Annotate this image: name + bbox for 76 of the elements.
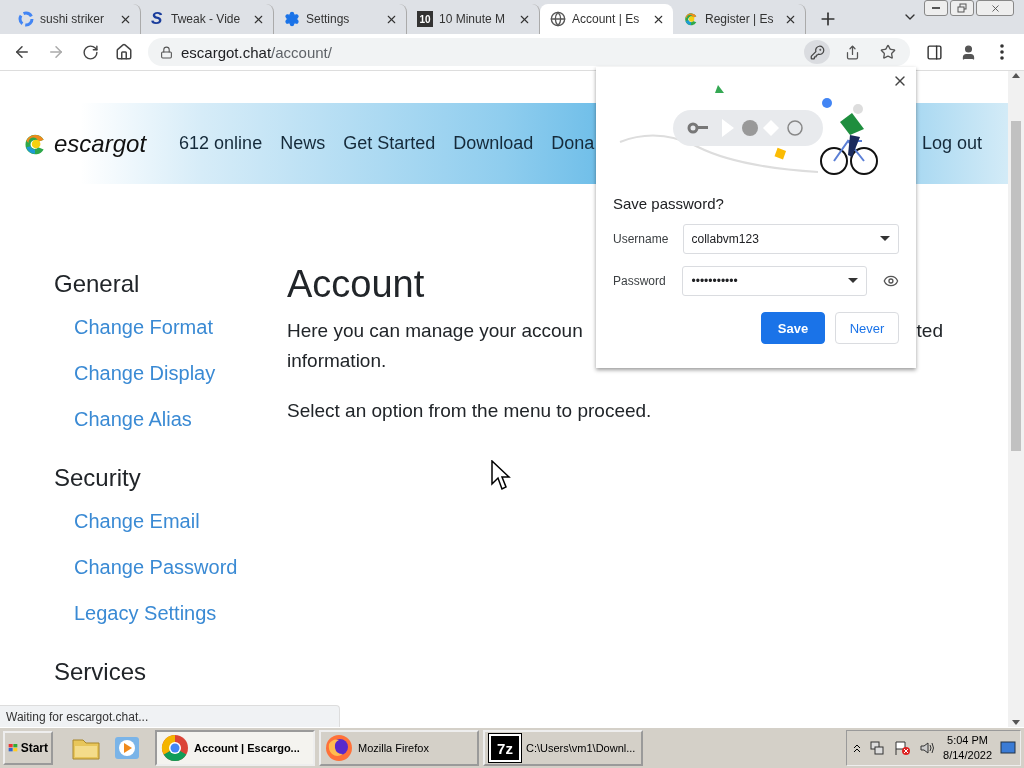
zip-logo-icon: 7z <box>489 734 521 762</box>
sidebar-link[interactable]: Change Format <box>54 304 287 350</box>
url-text: escargot.chat/account/ <box>181 43 333 61</box>
clock[interactable]: 5:04 PM 8/14/2022 <box>943 733 992 763</box>
star-icon <box>880 44 896 60</box>
password-field[interactable]: ••••••••••• <box>682 266 868 296</box>
intro-text-line: information. <box>287 349 387 373</box>
s-logo-icon: S <box>151 9 165 29</box>
sidebar-heading: Security <box>54 463 142 493</box>
arrow-right-icon <box>47 43 65 61</box>
restore-icon <box>957 3 967 13</box>
start-button[interactable]: Start <box>3 731 53 765</box>
tab-title: Register | Es <box>705 12 775 26</box>
address-bar[interactable]: escargot.chat/account/ <box>148 38 910 66</box>
sidebar-link[interactable]: Change Email <box>54 498 287 544</box>
nav-link[interactable]: News <box>280 133 326 154</box>
reload-icon <box>81 43 99 61</box>
tab-title: Settings <box>306 12 351 26</box>
never-button[interactable]: Never <box>835 312 899 344</box>
hint-text: Select an option from the menu to proceed. <box>287 399 652 423</box>
nav-link[interactable]: Dona <box>551 133 595 154</box>
caret-down-icon <box>848 278 859 284</box>
nav-link[interactable]: Get Started <box>343 133 436 154</box>
chevron-up-icon[interactable] <box>853 743 862 753</box>
network-icon[interactable] <box>869 740 886 756</box>
logout-link[interactable]: Log out <box>921 133 982 154</box>
caret-down-icon <box>880 236 890 242</box>
mouse-cursor-icon <box>491 460 511 492</box>
intro-text: Here you can manage your accoun <box>287 319 583 343</box>
intro-text-end: ted <box>916 319 943 343</box>
status-bubble: Waiting for escargot.chat... <box>0 705 340 727</box>
lock-icon <box>160 45 173 59</box>
key-icon <box>809 44 825 60</box>
nav-link[interactable]: Download <box>453 133 534 154</box>
firefox-logo-icon <box>325 734 353 762</box>
taskbar-button[interactable]: Account | Escargo... <box>155 730 315 766</box>
password-label: Password <box>613 274 667 288</box>
dialog-title: Save password? <box>613 195 725 212</box>
minimize-button[interactable] <box>924 0 948 16</box>
ten-logo-icon: 10 <box>417 11 433 27</box>
taskbar-button[interactable]: 7z C:\Users\vm1\Downl... <box>483 730 643 766</box>
side-panel-icon <box>925 43 943 61</box>
nav-link[interactable]: 612 online <box>179 133 263 154</box>
home-icon <box>115 43 133 61</box>
sidebar-link[interactable]: Legacy Settings <box>54 590 287 636</box>
sidebar-link[interactable]: Change Alias <box>54 396 287 442</box>
globe-icon <box>550 11 566 27</box>
gear-icon <box>284 11 300 27</box>
sidebar-heading: Services <box>54 657 148 687</box>
sidebar-heading: General <box>54 269 141 299</box>
tab-title: Tweak - Vide <box>171 12 242 26</box>
volume-icon[interactable] <box>919 740 936 756</box>
site-logo[interactable]: escargot <box>22 129 147 158</box>
close-icon <box>989 2 1001 14</box>
tab-title: sushi striker <box>40 12 105 26</box>
share-icon <box>844 44 860 60</box>
username-label: Username <box>613 232 670 246</box>
username-field[interactable]: collabvm123 <box>682 224 899 254</box>
tab-title: Account | Es <box>572 12 641 26</box>
page-title: Account <box>287 264 425 304</box>
chrome-logo-icon <box>161 734 189 762</box>
sidebar-link[interactable]: Change Password <box>54 544 287 590</box>
menu-icon <box>1000 44 1004 60</box>
tab-title: 10 Minute M <box>439 12 507 26</box>
show-desktop-icon[interactable] <box>1000 741 1016 755</box>
sidebar-link[interactable]: Change Display <box>54 350 287 396</box>
save-button[interactable]: Save <box>761 312 825 344</box>
taskbar-button[interactable]: Mozilla Firefox <box>319 730 479 766</box>
browser-tab[interactable]: Account | Es <box>540 4 673 34</box>
scrollbar[interactable] <box>1008 71 1024 727</box>
minimize-icon <box>932 7 940 9</box>
eye-icon[interactable] <box>883 273 899 289</box>
escargot-logo-icon <box>683 11 699 27</box>
restore-button[interactable] <box>950 0 974 16</box>
key-button[interactable] <box>804 40 830 64</box>
flag-error-icon[interactable] <box>893 740 912 756</box>
